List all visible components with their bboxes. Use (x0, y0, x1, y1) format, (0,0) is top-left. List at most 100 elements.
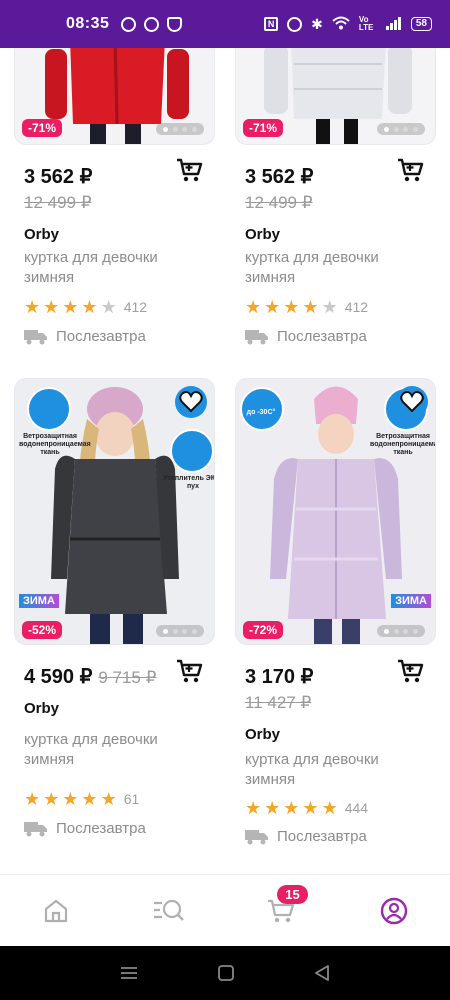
delivery-text: Послезавтра (277, 328, 367, 345)
star-icon: ★ (321, 798, 338, 818)
windproof-feature-icon (27, 387, 71, 431)
delivery-text: Послезавтра (277, 828, 367, 845)
favorite-button[interactable] (395, 385, 429, 419)
pager-dot (182, 126, 188, 132)
rating-stars: ★ ★ ★ ★ ★ 412 (24, 298, 147, 316)
discount-badge: -72% (243, 621, 284, 639)
old-price: 11 427 ₽ (245, 693, 312, 712)
star-icon: ★ (62, 789, 79, 809)
star-icon: ★ (302, 798, 319, 818)
old-price: 12 499 ₽ (245, 193, 313, 212)
image-pager[interactable] (377, 625, 425, 637)
product-brand[interactable]: Orby (245, 726, 280, 743)
truck-icon (245, 329, 268, 344)
product-image[interactable]: -71% (14, 48, 215, 145)
image-pager[interactable] (156, 123, 204, 135)
delivery-info: Послезавтра (245, 828, 367, 845)
star-icon: ★ (81, 297, 98, 317)
star-icon: ★ (283, 297, 300, 317)
alarm-icon (287, 16, 303, 32)
home-icon (45, 899, 68, 922)
pager-dot (384, 628, 390, 634)
viber-icon (121, 16, 137, 32)
pager-dot (182, 628, 188, 634)
review-count: 444 (344, 800, 369, 816)
truck-icon (24, 821, 47, 836)
feature-label: до -30С° (246, 409, 276, 416)
cart-add-icon (177, 659, 203, 683)
menu-icon[interactable] (119, 965, 139, 981)
product-title[interactable]: куртка для девочки зимняя (245, 248, 425, 288)
review-count: 412 (344, 299, 369, 315)
product-grid: -71% 3 562 ₽ 12 499 ₽ Orby куртка для де… (0, 48, 450, 874)
pager-dot (172, 628, 178, 634)
star-icon: ★ (264, 297, 281, 317)
eco-down-feature-icon (170, 429, 214, 473)
star-icon: ★ (43, 789, 60, 809)
catalog-search-icon (153, 899, 184, 921)
back-triangle-icon[interactable] (313, 964, 331, 982)
product-price: 3 562 ₽ (245, 166, 314, 188)
cart-count-badge: 15 (277, 884, 308, 904)
pager-dot (191, 126, 197, 132)
product-brand[interactable]: Orby (245, 226, 280, 243)
image-pager[interactable] (156, 625, 204, 637)
product-title[interactable]: куртка для девочки зимняя (24, 248, 204, 288)
pager-dot (172, 126, 178, 132)
battery-icon: 58 (410, 17, 432, 31)
system-navigation-bar (0, 946, 450, 1000)
star-icon: ★ (245, 798, 262, 818)
add-to-cart-button[interactable] (396, 156, 424, 184)
product-image[interactable]: до -30С° Ветрозащитная водонепроницаемая… (235, 378, 436, 645)
rating-stars: ★ ★ ★ ★ ★ 412 (245, 298, 368, 316)
favorite-button[interactable] (174, 385, 208, 419)
pager-dot (403, 628, 409, 634)
cart-add-icon (177, 158, 203, 182)
delivery-text: Послезавтра (56, 328, 146, 345)
nfc-icon: N (264, 17, 279, 31)
discount-badge: -71% (22, 119, 63, 137)
product-brand[interactable]: Orby (24, 226, 59, 243)
cart-add-icon (398, 158, 424, 182)
nav-cart[interactable]: 15 (259, 884, 308, 933)
product-price: 4 590 ₽ 9 715 ₽ (24, 664, 156, 689)
star-icon: ★ (245, 297, 262, 317)
star-icon: ★ (283, 798, 300, 818)
product-title[interactable]: куртка для девочки зимняя (245, 750, 425, 790)
nav-profile[interactable] (372, 889, 416, 933)
yandex-icon (144, 16, 160, 32)
nav-home[interactable] (34, 889, 78, 933)
profile-icon (380, 897, 407, 924)
add-to-cart-button[interactable] (175, 657, 203, 685)
status-notification-icons (121, 16, 183, 32)
home-square-icon[interactable] (217, 964, 235, 982)
feature-label: Ветрозащитная водонепроницаемая ткань (370, 433, 436, 456)
product-price: 3 170 ₽ (245, 666, 314, 688)
star-icon: ★ (81, 789, 98, 809)
add-to-cart-button[interactable] (396, 657, 424, 685)
image-pager[interactable] (377, 123, 425, 135)
feature-label: Ветрозащитная водонепроницаемая ткань (19, 433, 91, 456)
nav-catalog[interactable] (147, 889, 191, 933)
star-icon: ★ (264, 798, 281, 818)
product-image[interactable]: Ветрозащитная водонепроницаемая ткань Ут… (14, 378, 215, 645)
pager-dot (384, 126, 390, 132)
pager-dot (191, 628, 197, 634)
product-image[interactable]: -71% (235, 48, 436, 145)
old-price: 12 499 ₽ (24, 193, 92, 212)
star-icon: ★ (100, 789, 117, 809)
discount-badge: -52% (22, 621, 63, 639)
star-icon: ★ (302, 297, 319, 317)
price-current: 4 590 ₽ (24, 666, 93, 688)
product-price: 3 562 ₽ (24, 166, 93, 188)
delivery-text: Послезавтра (56, 820, 146, 837)
status-bar: 08:35 N ✱ Vo LTE 58 (0, 0, 450, 48)
star-icon: ★ (24, 297, 41, 317)
add-to-cart-button[interactable] (175, 156, 203, 184)
pager-dot (412, 126, 418, 132)
review-count: 61 (123, 791, 140, 807)
pager-dot (163, 126, 169, 132)
product-brand[interactable]: Orby (24, 700, 59, 717)
product-title[interactable]: куртка для девочки зимняя (24, 730, 204, 770)
pager-dot (393, 126, 399, 132)
